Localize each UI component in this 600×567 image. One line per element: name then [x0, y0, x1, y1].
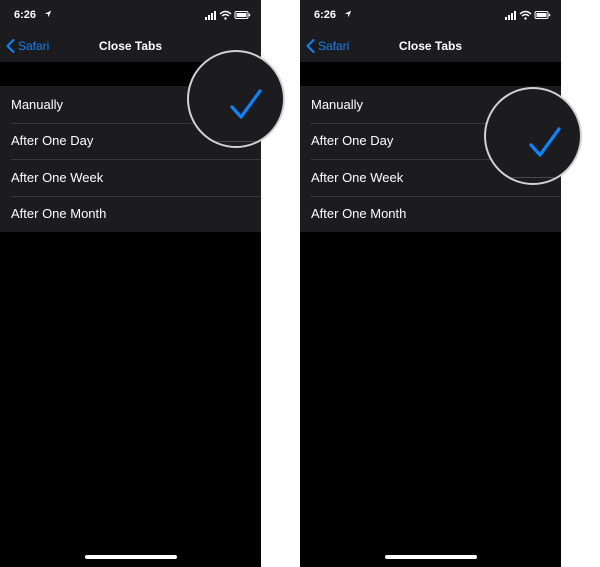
location-arrow-icon: [344, 10, 352, 18]
magnifier-callout: [187, 50, 285, 148]
status-time: 6:26: [14, 9, 37, 21]
option-label: After One Day: [11, 133, 94, 149]
checkmark-icon: [529, 127, 561, 157]
status-bar: 6:26: [0, 0, 261, 30]
status-time: 6:26: [314, 9, 337, 21]
home-indicator[interactable]: [85, 555, 177, 559]
navigation-bar: Safari Close Tabs: [300, 30, 561, 62]
row-divider: [486, 177, 580, 178]
checkmark-icon: [230, 89, 262, 119]
option-label: After One Month: [311, 206, 407, 222]
cellular-signal-icon: [205, 11, 216, 20]
option-after-one-month[interactable]: After One Month: [0, 195, 261, 233]
option-label: After One Week: [11, 169, 104, 185]
option-after-one-month[interactable]: After One Month: [300, 195, 561, 233]
home-indicator[interactable]: [385, 555, 477, 559]
battery-icon: [234, 11, 251, 19]
option-after-one-week[interactable]: After One Week: [0, 159, 261, 196]
option-label: Manually: [311, 96, 364, 112]
wifi-icon: [219, 10, 232, 20]
wifi-icon: [519, 10, 532, 20]
location-arrow-icon: [44, 10, 52, 18]
row-divider: [189, 141, 283, 142]
battery-icon: [534, 11, 551, 19]
option-label: After One Day: [311, 133, 394, 149]
option-label: After One Month: [11, 206, 107, 222]
option-label: After One Week: [311, 169, 404, 185]
status-bar: 6:26: [300, 0, 561, 30]
page-title: Close Tabs: [398, 39, 463, 53]
phone-screen-right: 6:26 Safari Close Tabs Manually After On…: [300, 0, 561, 567]
magnifier-callout: [484, 87, 582, 185]
option-label: Manually: [11, 96, 64, 112]
cellular-signal-icon: [505, 11, 516, 20]
